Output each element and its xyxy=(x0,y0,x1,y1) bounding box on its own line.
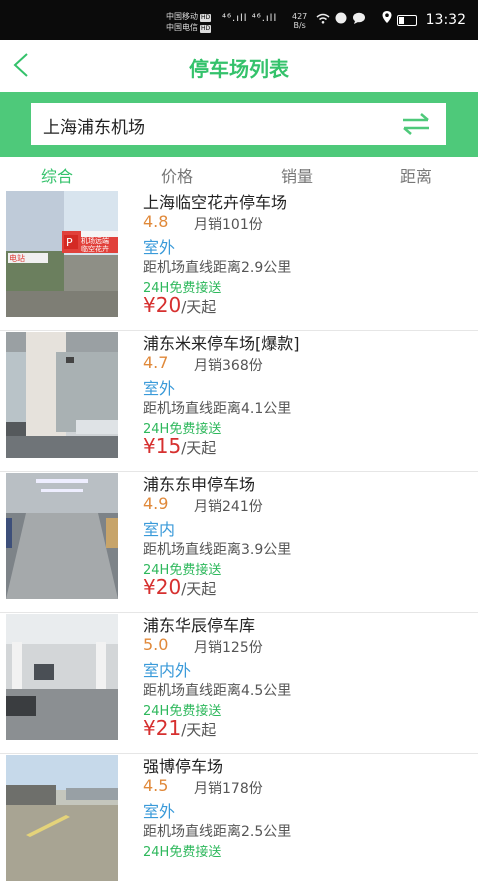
lot-rating: 4.7 xyxy=(143,353,169,372)
network-speed: 427 B/s xyxy=(292,12,307,30)
lot-distance: 距机场直线距离2.5公里 xyxy=(143,824,292,840)
lot-price: ¥20/天起 xyxy=(143,293,216,317)
svg-text:P: P xyxy=(66,236,73,249)
list-item[interactable]: 浦东东申停车场 4.9 月销241份 室内 距机场直线距离3.9公里 24H免费… xyxy=(0,471,478,613)
photo-sign: 临空花卉 xyxy=(81,244,109,253)
carrier-info: 中国移动 HD 中国电信 HD xyxy=(166,11,212,33)
lot-photo xyxy=(6,614,118,740)
status-right: 13:32 xyxy=(381,10,466,28)
status-bar: 中国移动 HD 中国电信 HD ⁴⁶.ıll ⁴⁶.ıll 427 B/s 13:3… xyxy=(0,0,478,40)
lot-price: ¥15/天起 xyxy=(143,434,216,458)
tab-price[interactable]: 价格 xyxy=(161,163,193,187)
tab-comprehensive[interactable]: 综合 xyxy=(41,163,73,187)
list-item[interactable]: 浦东华辰停车库 5.0 月销125份 室内外 距机场直线距离4.5公里 24H免… xyxy=(0,612,478,754)
tab-distance[interactable]: 距离 xyxy=(400,163,432,187)
swap-arrows-icon xyxy=(403,113,429,135)
lot-price: ¥21/天起 xyxy=(143,716,216,740)
photo-sign: 机场远端 xyxy=(81,236,109,245)
lot-shuttle: 24H免费接送 xyxy=(143,845,222,860)
lot-distance: 距机场直线距离4.1公里 xyxy=(143,401,292,417)
price-unit: /天起 xyxy=(181,439,217,457)
price-value: ¥20 xyxy=(143,293,182,317)
lot-type: 室内 xyxy=(143,520,176,539)
search-bar: 上海浦东机场 xyxy=(0,92,478,157)
lot-name: 浦东东申停车场 xyxy=(143,475,256,494)
list-item[interactable]: 浦东米来停车场[爆款] 4.7 月销368份 室外 距机场直线距离4.1公里 2… xyxy=(0,330,478,472)
lot-type: 室外 xyxy=(143,379,176,398)
lot-distance: 距机场直线距离3.9公里 xyxy=(143,542,292,558)
lot-name: 浦东米来停车场[爆款] xyxy=(143,334,300,353)
search-input[interactable]: 上海浦东机场 xyxy=(31,103,446,145)
swap-button[interactable] xyxy=(400,112,432,136)
lot-type: 室外 xyxy=(143,802,176,821)
signal-icon: ⁴⁶.ıll ⁴⁶.ıll xyxy=(222,13,278,24)
list-item[interactable]: 强博停车场 4.5 月销178份 室外 距机场直线距离2.5公里 24H免费接送 xyxy=(0,753,478,894)
lot-name: 浦东华辰停车库 xyxy=(143,616,256,635)
speed-value: 427 xyxy=(292,12,308,21)
lot-price: ¥20/天起 xyxy=(143,575,216,599)
lot-type: 室内外 xyxy=(143,661,192,680)
lot-sales: 月销125份 xyxy=(194,640,263,656)
tab-sales[interactable]: 销量 xyxy=(281,163,313,187)
lot-photo xyxy=(6,755,118,881)
lot-photo xyxy=(6,332,118,458)
notification-icons xyxy=(316,12,366,27)
price-value: ¥20 xyxy=(143,575,182,599)
lot-rating: 4.8 xyxy=(143,212,169,231)
location-icon xyxy=(381,11,397,28)
lot-sales: 月销178份 xyxy=(194,781,263,797)
lot-name: 上海临空花卉停车场 xyxy=(143,193,288,212)
page-title: 停车场列表 xyxy=(189,57,289,81)
carrier-2: 中国电信 xyxy=(166,23,198,32)
search-value: 上海浦东机场 xyxy=(43,118,145,138)
photo-sign: 电站 xyxy=(9,253,25,263)
title-bar: 停车场列表 xyxy=(0,40,478,92)
battery-icon xyxy=(397,14,418,26)
hd-badge: HD xyxy=(200,25,212,33)
hd-badge: HD xyxy=(200,14,212,22)
lot-distance: 距机场直线距离4.5公里 xyxy=(143,683,292,699)
carrier-1: 中国移动 xyxy=(166,12,198,21)
list-item[interactable]: P 电站 机场远端 临空花卉 上海临空花卉停车场 4.8 月销101份 室外 距… xyxy=(0,189,478,331)
price-value: ¥21 xyxy=(143,716,182,740)
lot-rating: 4.9 xyxy=(143,494,169,513)
price-unit: /天起 xyxy=(181,721,217,739)
app-notification-icon xyxy=(334,12,352,27)
lot-sales: 月销241份 xyxy=(194,499,263,515)
speed-unit: B/s xyxy=(293,21,306,30)
lot-rating: 4.5 xyxy=(143,776,169,795)
clock: 13:32 xyxy=(425,12,466,28)
price-value: ¥15 xyxy=(143,434,182,458)
lot-photo xyxy=(6,473,118,599)
wifi-icon xyxy=(316,13,334,27)
lot-name: 强博停车场 xyxy=(143,757,224,776)
lot-type: 室外 xyxy=(143,238,176,257)
lot-sales: 月销101份 xyxy=(194,217,263,233)
lot-rating: 5.0 xyxy=(143,635,169,654)
sort-tabs: 综合 价格 销量 距离 xyxy=(0,157,478,189)
chat-notification-icon xyxy=(352,12,366,27)
price-unit: /天起 xyxy=(181,298,217,316)
price-unit: /天起 xyxy=(181,580,217,598)
lot-distance: 距机场直线距离2.9公里 xyxy=(143,260,292,276)
lot-sales: 月销368份 xyxy=(194,358,263,374)
lot-photo: P 电站 机场远端 临空花卉 xyxy=(6,191,118,317)
